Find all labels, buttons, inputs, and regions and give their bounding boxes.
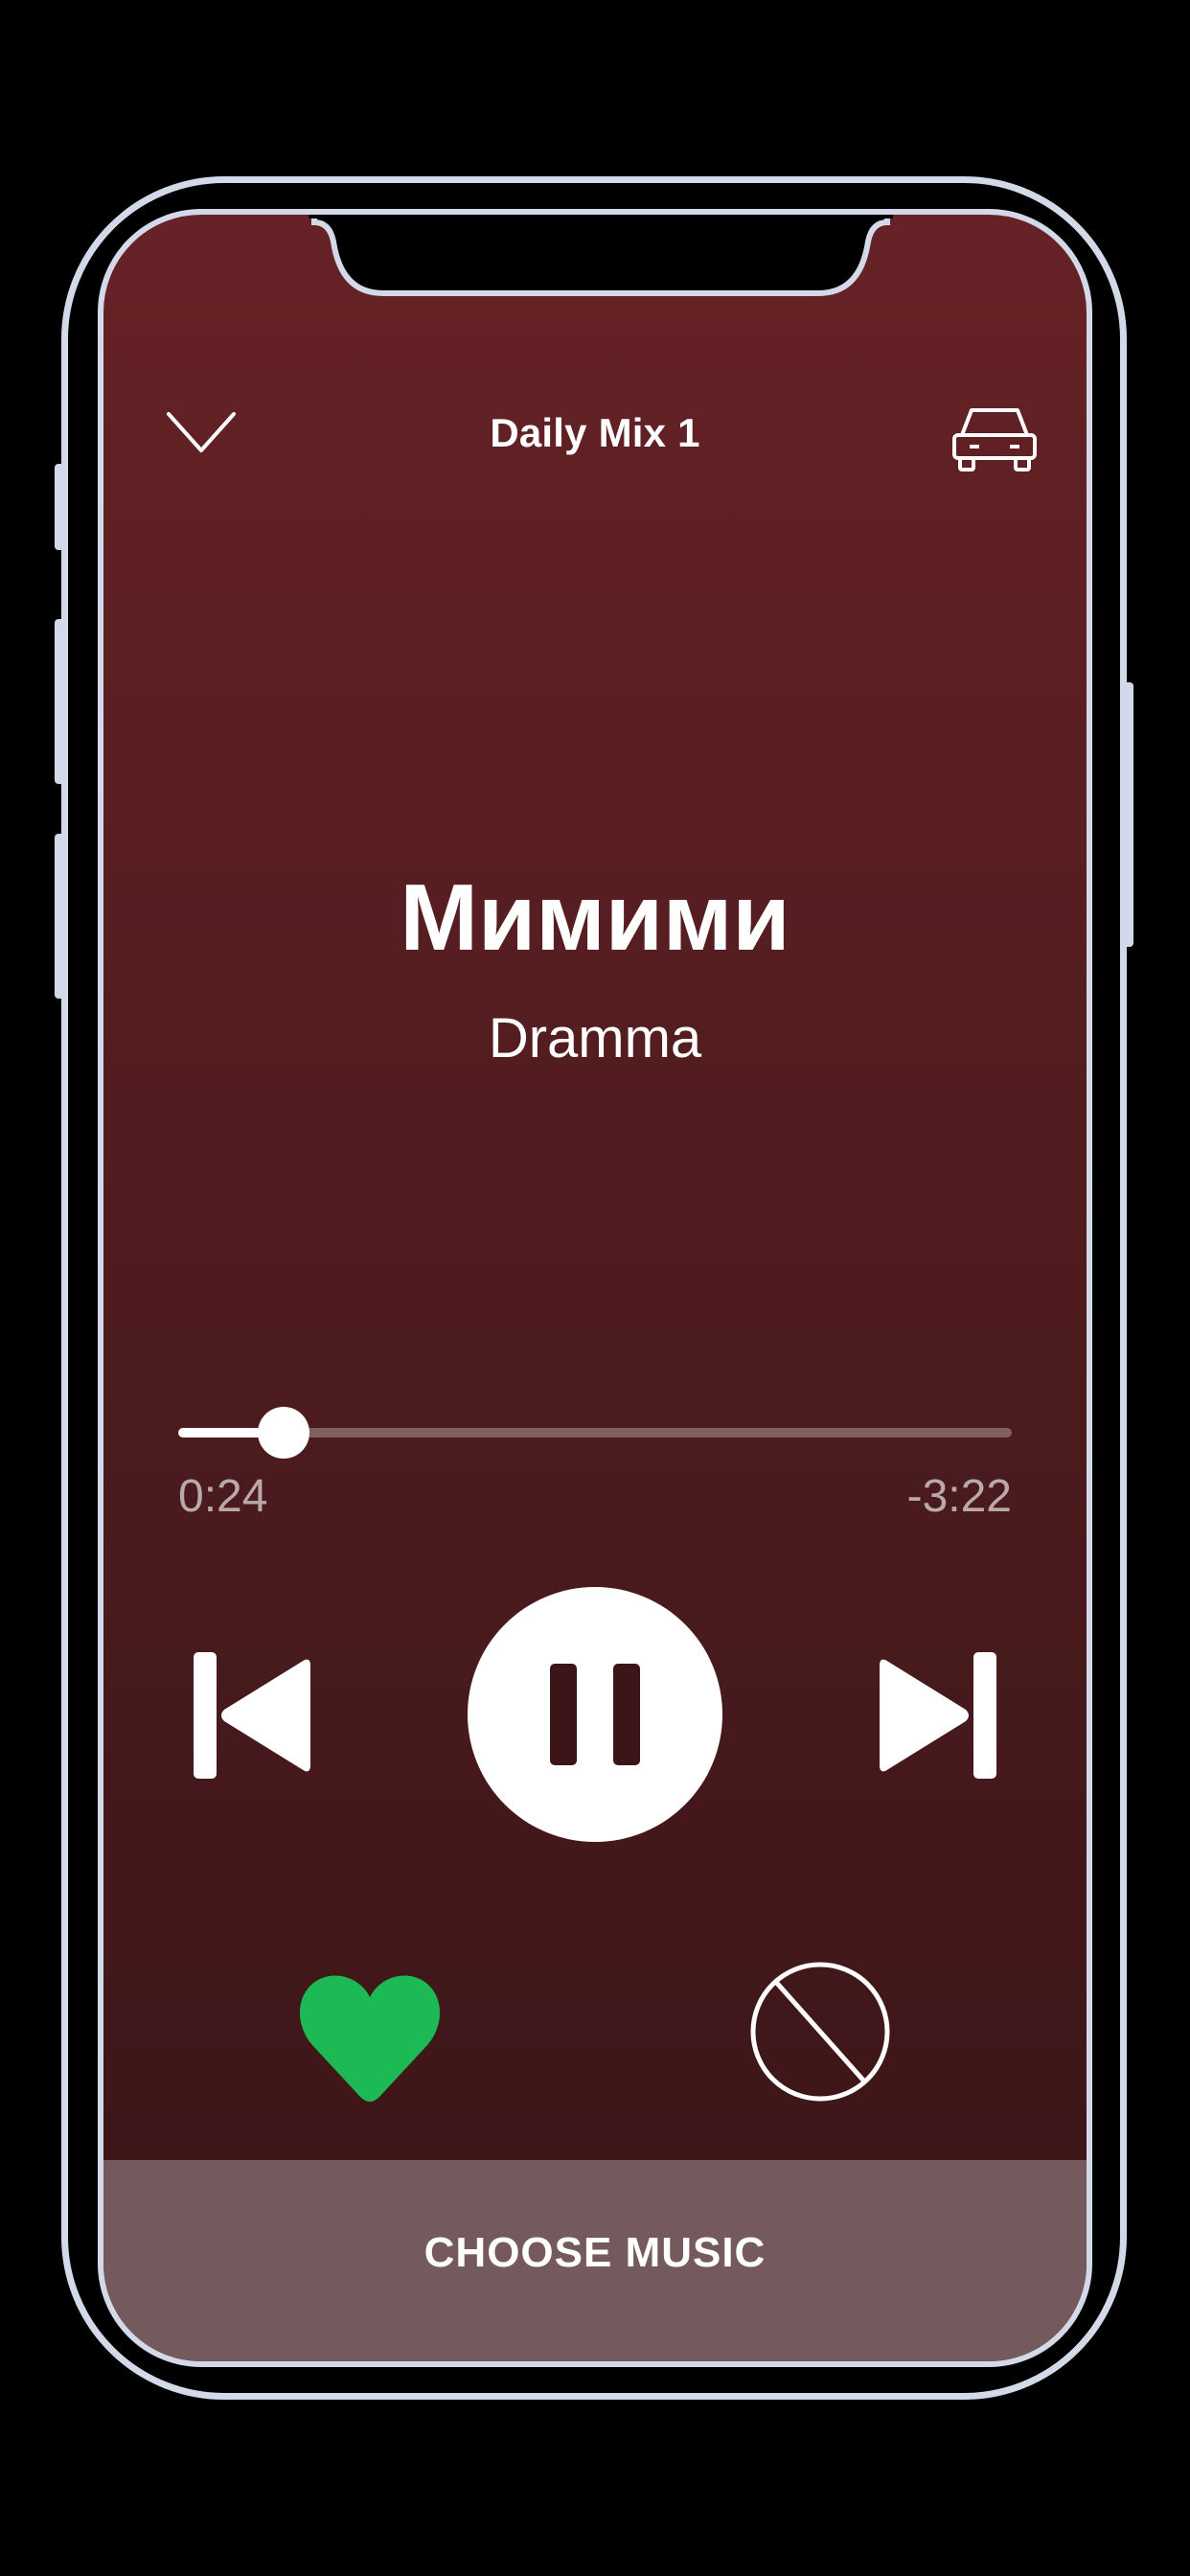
track-artist[interactable]: Dramma <box>103 1006 1087 1070</box>
pause-button[interactable] <box>468 1587 722 1842</box>
block-icon[interactable] <box>747 1959 893 2104</box>
notch <box>309 215 893 296</box>
car-icon[interactable] <box>950 402 1039 473</box>
playlist-title: Daily Mix 1 <box>490 410 700 455</box>
skip-previous-icon[interactable] <box>186 1648 312 1782</box>
pause-icon <box>550 1664 640 1765</box>
progress-knob[interactable] <box>258 1407 310 1459</box>
progress-bar[interactable] <box>178 1407 1012 1459</box>
elapsed-time: 0:24 <box>178 1471 268 1522</box>
choose-music-bar[interactable]: CHOOSE MUSIC <box>103 2160 1087 2361</box>
heart-icon[interactable] <box>295 1968 445 2103</box>
skip-next-icon[interactable] <box>878 1648 1004 1782</box>
remaining-time: -3:22 <box>906 1471 1012 1522</box>
player-screen: Daily Mix 1 Мимими Dramma 0:24 -3:22 CHO… <box>98 209 1092 2367</box>
choose-music-button[interactable]: CHOOSE MUSIC <box>103 2229 1087 2277</box>
track-title: Мимими <box>400 864 790 970</box>
